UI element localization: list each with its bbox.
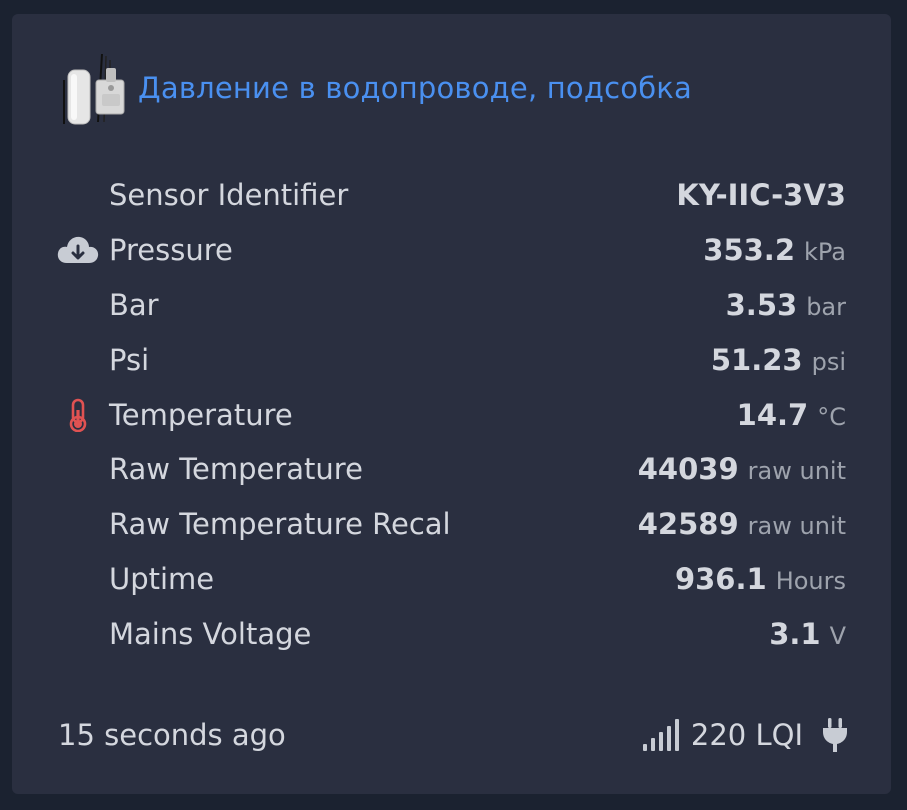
entity-row-raw-temperature[interactable]: Raw Temperature 44039 raw unit: [12, 442, 891, 497]
card-footer: 15 seconds ago 220 LQI: [58, 706, 849, 764]
unit-text: psi: [811, 347, 846, 376]
entity-label: Sensor Identifier: [109, 178, 349, 213]
last-seen-text: 15 seconds ago: [58, 718, 286, 752]
entity-value: 353.2 kPa: [703, 233, 846, 267]
unit-text: °C: [817, 402, 846, 431]
unit-text: raw unit: [747, 457, 846, 486]
value-text: 44039: [637, 452, 739, 487]
device-card: Давление в водопроводе, подсобка Sensor …: [12, 14, 891, 794]
entity-label: Pressure: [109, 233, 233, 268]
cloud-download-icon: [56, 230, 100, 270]
entity-row-temperature[interactable]: Temperature 14.7 °C: [12, 387, 891, 442]
entity-label: Raw Temperature: [109, 452, 363, 487]
signal-bars-icon: [642, 719, 679, 751]
unit-text: kPa: [804, 238, 846, 267]
entity-row-raw-temperature-recal[interactable]: Raw Temperature Recal 42589 raw unit: [12, 497, 891, 552]
thermometer-icon: [56, 395, 100, 435]
entity-label: Bar: [109, 287, 159, 322]
unit-text: raw unit: [747, 512, 846, 541]
lqi-text: 220 LQI: [690, 718, 803, 752]
value-text: 3.53: [725, 287, 798, 322]
entity-list: Sensor Identifier KY-IIC-3V3 Pressure 35…: [12, 168, 891, 661]
value-text: KY-IIC-3V3: [676, 178, 846, 213]
device-title[interactable]: Давление в водопроводе, подсобка: [138, 71, 692, 105]
value-text: 14.7: [736, 397, 809, 432]
entity-label: Mains Voltage: [109, 616, 312, 651]
entity-label: Psi: [109, 342, 150, 377]
entity-value: 14.7 °C: [737, 398, 846, 432]
entity-label: Temperature: [109, 397, 293, 432]
entity-row-bar[interactable]: Bar 3.53 bar: [12, 278, 891, 333]
entity-label: Raw Temperature Recal: [109, 507, 451, 542]
entity-value: 3.53 bar: [726, 288, 846, 322]
unit-text: Hours: [775, 566, 846, 595]
entity-value: 936.1 Hours: [675, 562, 846, 596]
entity-row-uptime[interactable]: Uptime 936.1 Hours: [12, 552, 891, 607]
plug-icon: [823, 718, 847, 752]
value-text: 3.1: [769, 616, 821, 651]
entity-value: 51.23 psi: [711, 343, 846, 377]
entity-row-sensor-identifier[interactable]: Sensor Identifier KY-IIC-3V3: [12, 168, 891, 223]
entity-row-psi[interactable]: Psi 51.23 psi: [12, 332, 891, 387]
unit-text: V: [829, 621, 846, 650]
card-header: Давление в водопроводе, подсобка: [58, 48, 692, 128]
value-text: 936.1: [674, 561, 767, 596]
entity-row-mains-voltage[interactable]: Mains Voltage 3.1 V: [12, 606, 891, 661]
value-text: 353.2: [703, 233, 795, 268]
entity-value: 3.1 V: [769, 617, 846, 651]
entity-value: 44039 raw unit: [638, 452, 846, 486]
entity-value: 42589 raw unit: [638, 507, 846, 541]
value-text: 51.23: [710, 342, 803, 377]
value-text: 42589: [637, 507, 739, 542]
footer-status: 220 LQI: [641, 717, 849, 753]
entity-row-pressure[interactable]: Pressure 353.2 kPa: [12, 223, 891, 278]
unit-text: bar: [806, 292, 846, 321]
entity-label: Uptime: [109, 561, 215, 596]
device-thumbnail: [63, 53, 125, 125]
entity-value: KY-IIC-3V3: [676, 178, 846, 212]
